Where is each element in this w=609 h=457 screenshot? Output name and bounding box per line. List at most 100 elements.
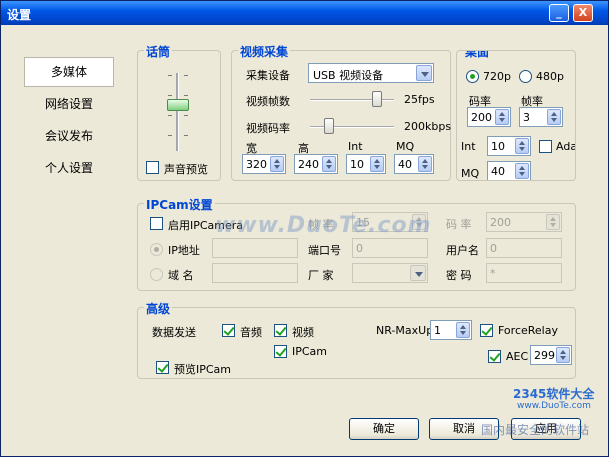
port-label: 端口号 (308, 244, 341, 257)
dialog-body: 多媒体 网络设置 会议发布 个人设置 话筒 声音预览 视频采集 采集设备 USB… (5, 27, 604, 453)
spinner-arrows-icon[interactable] (270, 156, 284, 172)
voice-preview-checkbox[interactable] (146, 161, 159, 174)
vendor-select[interactable] (352, 263, 428, 283)
nav-item-multimedia[interactable]: 多媒体 (24, 57, 114, 87)
res-720-label: 720p (483, 70, 511, 83)
brand-url-watermark: www.DuoTe.com (517, 401, 591, 411)
spinner-arrows-icon[interactable] (322, 156, 336, 172)
spinner-arrows-icon[interactable] (515, 163, 529, 179)
nav-item-personal[interactable]: 个人设置 (24, 153, 114, 183)
video-fps-value: 25fps (404, 93, 435, 106)
ipcam-bitrate-value: 200 (490, 216, 511, 229)
send-audio-label: 音频 (240, 326, 262, 339)
spinner-arrows-icon[interactable] (495, 109, 509, 125)
res-480-radio[interactable] (519, 70, 532, 83)
video-mq-label: MQ (396, 140, 415, 153)
username-label: 用户名 (446, 244, 479, 257)
capture-device-value: USB 视频设备 (313, 69, 384, 82)
desktop-int-label: Int (461, 140, 476, 153)
spinner-arrows-icon[interactable] (546, 214, 560, 230)
ip-address-label: IP地址 (168, 244, 200, 257)
username-input[interactable]: 0 (486, 238, 562, 258)
video-height-spinner[interactable]: 240 (294, 154, 338, 174)
aec-spinner[interactable]: 299 (530, 345, 572, 365)
ipcam-bitrate-spinner[interactable]: 200 (486, 212, 562, 232)
desktop-bitrate-spinner[interactable]: 200 (467, 107, 511, 127)
domain-input[interactable] (212, 263, 298, 283)
nr-maxup-spinner[interactable]: 1 (430, 320, 472, 340)
ip-address-radio[interactable] (150, 243, 163, 256)
aec-checkbox[interactable] (488, 350, 501, 363)
video-mq-spinner[interactable]: 40 (394, 154, 434, 174)
send-audio-checkbox[interactable] (222, 324, 235, 337)
spinner-arrows-icon[interactable] (547, 109, 561, 125)
desktop-mq-value: 40 (491, 165, 505, 178)
desktop-fps-value: 3 (523, 111, 530, 124)
video-fps-label: 视频帧数 (246, 95, 290, 108)
settings-window: 设置 _ X 多媒体 网络设置 会议发布 个人设置 话筒 声音预览 视频采集 采… (0, 0, 609, 457)
video-bitrate-track (310, 126, 394, 128)
mic-tick (184, 135, 188, 136)
ip-address-input[interactable] (212, 238, 298, 258)
force-relay-checkbox[interactable] (480, 324, 493, 337)
desktop-int-spinner[interactable]: 10 (487, 136, 531, 156)
domain-radio[interactable] (150, 268, 163, 281)
footer-watermark: 国内最安全的软件站 (481, 423, 590, 437)
spinner-arrows-icon[interactable] (418, 156, 432, 172)
preview-ipcam-checkbox[interactable] (156, 361, 169, 374)
spinner-arrows-icon[interactable] (456, 322, 470, 338)
video-width-spinner[interactable]: 320 (242, 154, 286, 174)
domain-label: 域 名 (168, 269, 194, 282)
settings-nav: 多媒体 网络设置 会议发布 个人设置 (24, 57, 114, 185)
ipcam-group-title: IPCam设置 (144, 196, 215, 213)
video-int-spinner[interactable]: 10 (346, 154, 386, 174)
chevron-down-icon (416, 65, 432, 81)
desktop-fps-spinner[interactable]: 3 (519, 107, 563, 127)
minimize-button[interactable]: _ (549, 4, 569, 22)
video-bitrate-slider[interactable] (324, 118, 334, 134)
nav-item-conference[interactable]: 会议发布 (24, 121, 114, 151)
res-480-label: 480p (536, 70, 564, 83)
mic-volume-slider[interactable] (167, 99, 189, 111)
spinner-arrows-icon[interactable] (556, 347, 570, 363)
enable-ipcam-checkbox[interactable] (150, 217, 163, 230)
password-label: 密 码 (446, 269, 472, 282)
chevron-down-icon (410, 265, 426, 281)
title-bar[interactable]: 设置 _ X (1, 1, 608, 25)
desktop-mq-spinner[interactable]: 40 (487, 161, 531, 180)
mic-tick (184, 115, 188, 116)
video-bitrate-value: 200kbps (404, 120, 452, 133)
adap-label: Adap (556, 140, 575, 153)
res-720-radio[interactable] (466, 70, 479, 83)
video-bitrate-label: 视频码率 (246, 122, 290, 135)
desktop-mq-label: MQ (461, 167, 480, 180)
mic-tick (168, 135, 172, 136)
video-fps-slider[interactable] (372, 91, 382, 107)
password-input[interactable]: * (486, 263, 562, 283)
send-video-checkbox[interactable] (274, 324, 287, 337)
mic-tick (168, 95, 172, 96)
spinner-arrows-icon[interactable] (515, 138, 529, 154)
send-ipcam-checkbox[interactable] (274, 345, 287, 358)
close-button[interactable]: X (573, 4, 593, 22)
send-ipcam-label: IPCam (292, 345, 328, 358)
mic-group-title: 话筒 (144, 43, 173, 60)
aec-label: AEC (506, 350, 529, 363)
spinner-arrows-icon[interactable] (370, 156, 384, 172)
force-relay-label: ForceRelay (498, 324, 558, 337)
adap-checkbox[interactable] (539, 140, 552, 153)
capture-device-label: 采集设备 (246, 69, 290, 82)
vendor-label: 厂 家 (308, 269, 334, 282)
ok-button[interactable]: 确定 (349, 418, 419, 440)
port-input[interactable]: 0 (352, 238, 428, 258)
nav-item-network[interactable]: 网络设置 (24, 89, 114, 119)
desktop-bitrate-value: 200 (471, 111, 492, 124)
video-capture-group: 视频采集 采集设备 USB 视频设备 视频帧数 25fps 视频码率 200kb… (231, 43, 452, 181)
window-title: 设置 (7, 8, 32, 22)
video-capture-title: 视频采集 (238, 43, 291, 60)
preview-ipcam-label: 预览IPCam (174, 363, 232, 376)
video-int-value: 10 (350, 158, 364, 171)
brand-watermark: 2345软件大全 (513, 387, 595, 401)
capture-device-select[interactable]: USB 视频设备 (308, 63, 434, 83)
desktop-group-title: 桌面 (463, 51, 492, 60)
